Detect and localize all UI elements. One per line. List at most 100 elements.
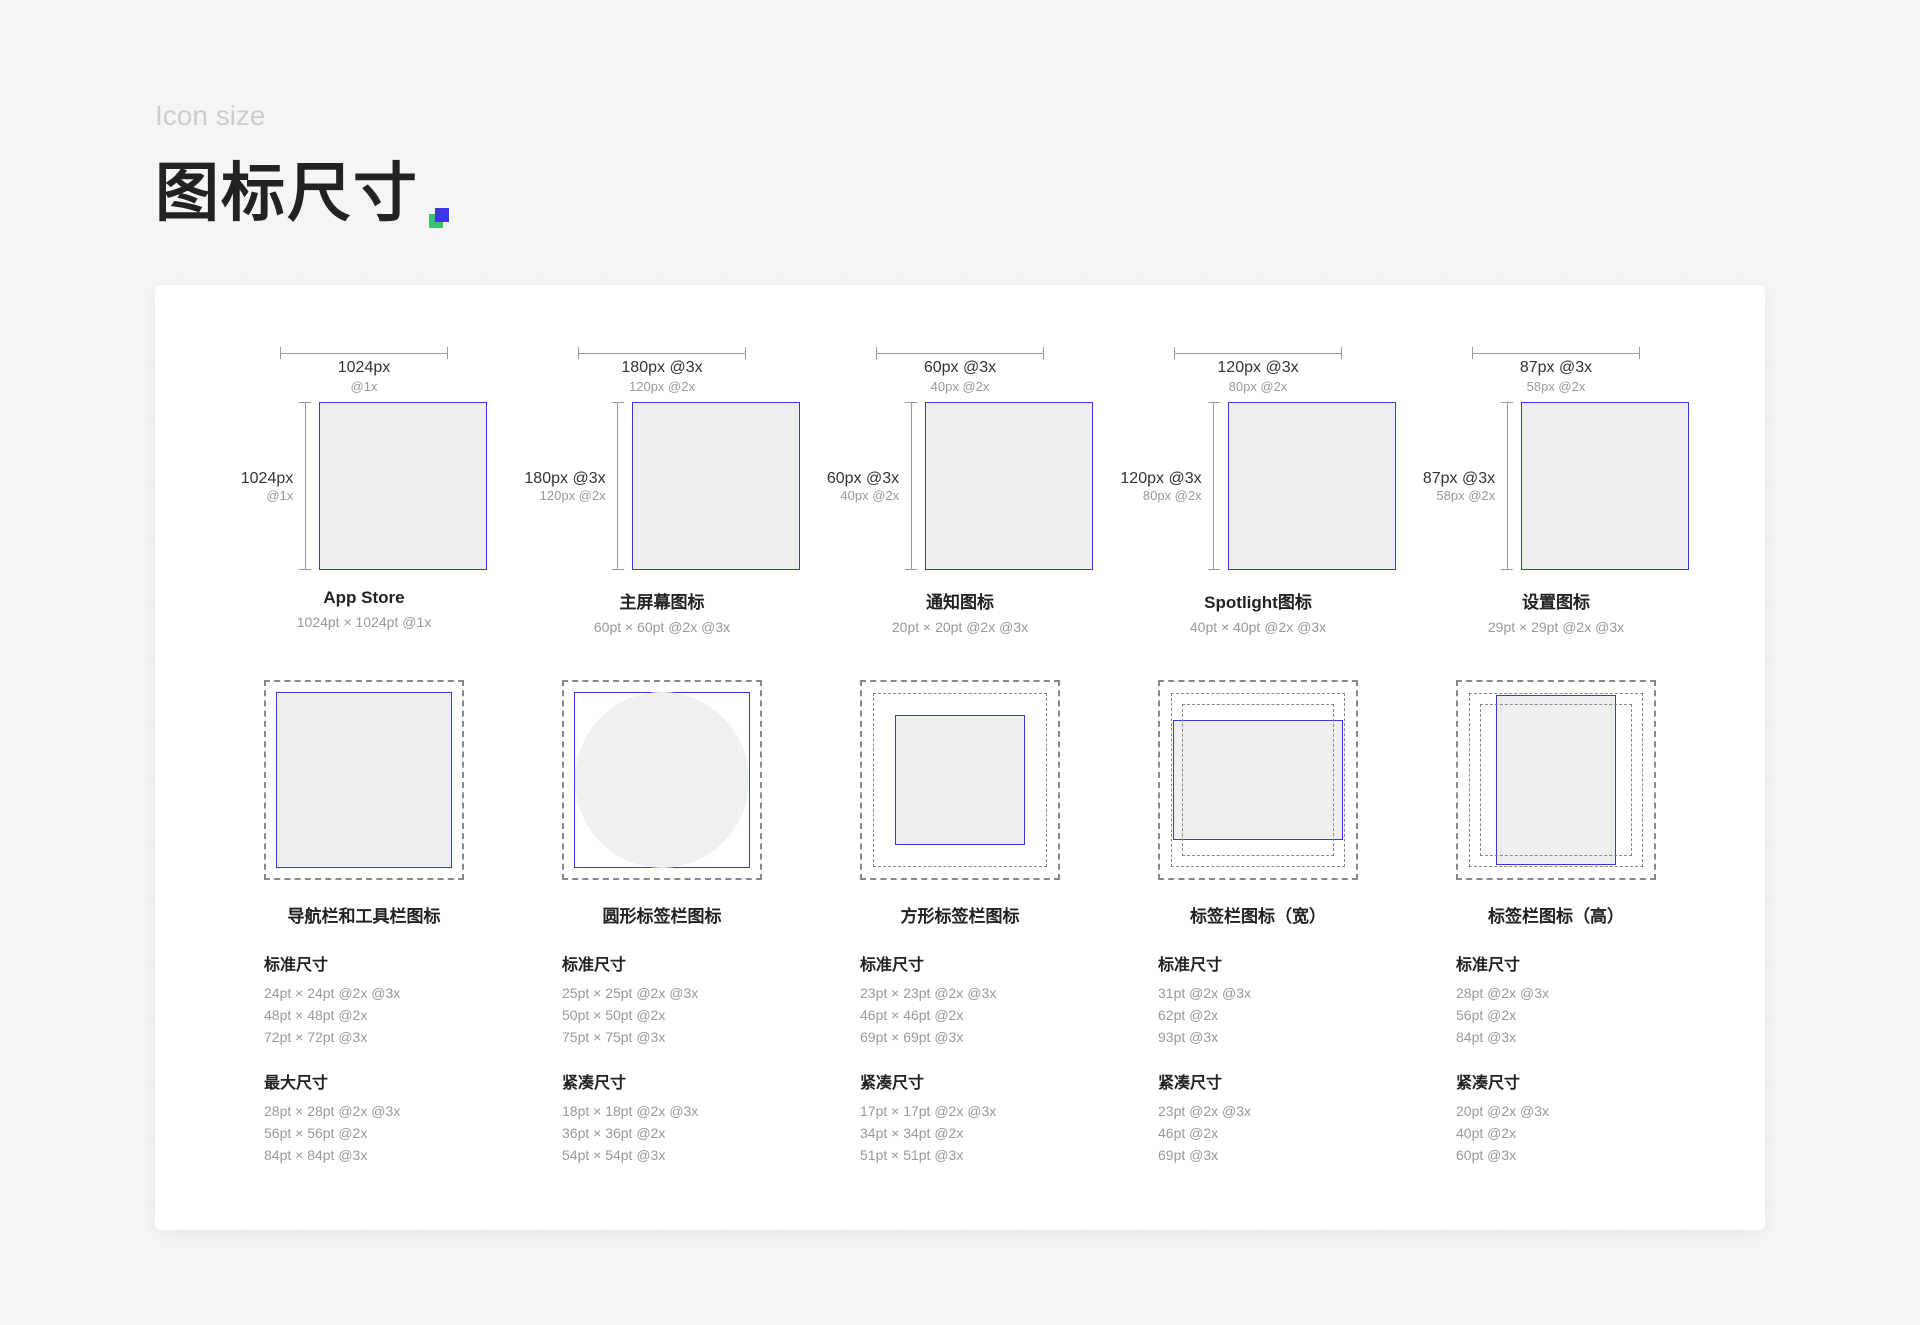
spec-section-label: 标准尺寸	[562, 951, 762, 975]
spec-line: 48pt × 48pt @2x	[264, 1007, 464, 1023]
dimension-top-label: 60px @3x	[924, 359, 996, 377]
spec-line: 23pt × 23pt @2x @3x	[860, 985, 1060, 1001]
spec-bounding-box	[1456, 680, 1656, 880]
icon-name: Spotlight图标	[1204, 588, 1312, 613]
spec-line: 36pt × 36pt @2x	[562, 1125, 762, 1141]
spec-dash-inner	[873, 693, 1047, 867]
icon-spec-col: 方形标签栏图标 标准尺寸 23pt × 23pt @2x @3x46pt × 4…	[820, 680, 1100, 1169]
spec-name: 导航栏和工具栏图标	[288, 902, 441, 927]
spec-line: 34pt × 34pt @2x	[860, 1125, 1060, 1141]
spec-line: 54pt × 54pt @3x	[562, 1147, 762, 1163]
spec-info: 标准尺寸 25pt × 25pt @2x @3x50pt × 50pt @2x7…	[562, 945, 762, 1169]
spec-line: 46pt × 46pt @2x	[860, 1007, 1060, 1023]
spec-line: 60pt @3x	[1456, 1147, 1656, 1163]
icon-size-row-bottom: 导航栏和工具栏图标 标准尺寸 24pt × 24pt @2x @3x 48pt ×…	[155, 680, 1765, 1169]
spec-bounding-box	[562, 680, 762, 880]
dimension-top: 180px @3x 120px @2x	[578, 347, 746, 394]
spec-section-label: 紧凑尺寸	[562, 1069, 762, 1093]
spec-line: 23pt @2x @3x	[1158, 1103, 1358, 1119]
dimension-left: 120px @3x 80px @2x	[1120, 402, 1219, 570]
icon-spec-col: 标签栏图标（高） 标准尺寸 28pt @2x @3x56pt @2x84pt @…	[1416, 680, 1696, 1169]
spec-info: 标准尺寸 24pt × 24pt @2x @3x48pt × 48pt @2x7…	[264, 945, 464, 1169]
icon-name: 通知图标	[926, 588, 994, 613]
spec-line: 56pt × 56pt @2x	[264, 1125, 464, 1141]
spec-line: 40pt @2x	[1456, 1125, 1656, 1141]
spec-info: 标准尺寸 28pt @2x @3x56pt @2x84pt @3x 紧凑尺寸 2…	[1456, 945, 1656, 1169]
spec-line: 62pt @2x	[1158, 1007, 1358, 1023]
dimension-left-sub: 120px @2x	[524, 488, 605, 503]
spec-section-label: 标准尺寸	[1456, 951, 1656, 975]
spec-info: 标准尺寸 31pt @2x @3x62pt @2x93pt @3x 紧凑尺寸 2…	[1158, 945, 1358, 1169]
spec-line: 28pt × 28pt @2x @3x	[264, 1103, 464, 1119]
dimension-top-label: 87px @3x	[1520, 359, 1592, 377]
spec-bounding-box	[264, 680, 464, 880]
spec-line: 17pt × 17pt @2x @3x	[860, 1103, 1060, 1119]
dimension-top-label: 1024px	[338, 359, 391, 377]
spec-shape-circle	[575, 692, 749, 868]
content-card: 1024px @1x 1024px @1x App Store 1024pt ×…	[155, 285, 1765, 1230]
dimension-top-label: 180px @3x	[621, 359, 702, 377]
spec-bounding-box	[1158, 680, 1358, 880]
spec-info: 标准尺寸 23pt × 23pt @2x @3x 46pt × 46pt @2x 6…	[860, 945, 1060, 1169]
dimension-top-sub: 120px @2x	[629, 379, 695, 394]
icon-spec-item: 180px @3x 120px @2x 180px @3x 120px @2x …	[522, 347, 802, 635]
dimension-top: 60px @3x 40px @2x	[876, 347, 1044, 394]
spec-name: 标签栏图标（宽）	[1190, 902, 1326, 927]
icon-name: 主屏幕图标	[620, 588, 705, 613]
icon-desc: 1024pt × 1024pt @1x	[297, 614, 431, 630]
icon-spec-item: 87px @3x 58px @2x 87px @3x 58px @2x 设置图标…	[1416, 347, 1696, 635]
spec-line: 51pt × 51pt @3x	[860, 1147, 1060, 1163]
spec-line: 72pt × 72pt @3x	[264, 1029, 464, 1045]
spec-section-label: 紧凑尺寸	[1456, 1069, 1656, 1093]
spec-dash-inner2	[1480, 704, 1632, 856]
dimension-left-sub: 80px @2x	[1120, 488, 1201, 503]
spec-name: 圆形标签栏图标	[603, 902, 722, 927]
dimension-left: 87px @3x 58px @2x	[1423, 402, 1513, 570]
dimension-top-sub: 80px @2x	[1229, 379, 1288, 394]
spec-bounding-box	[860, 680, 1060, 880]
spec-line: 69pt @3x	[1158, 1147, 1358, 1163]
icon-size-row-top: 1024px @1x 1024px @1x App Store 1024pt ×…	[155, 347, 1765, 635]
spec-dash-inner2	[1182, 704, 1334, 856]
dimension-top-label: 120px @3x	[1217, 359, 1298, 377]
icon-placeholder-box	[632, 402, 800, 570]
spec-section-label: 最大尺寸	[264, 1069, 464, 1093]
icon-name: App Store	[323, 588, 404, 608]
icon-placeholder-box	[1521, 402, 1689, 570]
title-accent-icon	[435, 208, 449, 222]
spec-section-label: 标准尺寸	[860, 951, 1060, 975]
spec-line: 75pt × 75pt @3x	[562, 1029, 762, 1045]
dimension-left-label: 87px @3x	[1423, 470, 1495, 488]
dimension-top-sub: @1x	[351, 379, 378, 394]
icon-desc: 29pt × 29pt @2x @3x	[1488, 619, 1624, 635]
spec-line: 46pt @2x	[1158, 1125, 1358, 1141]
spec-section-label: 紧凑尺寸	[860, 1069, 1060, 1093]
spec-line: 84pt @3x	[1456, 1029, 1656, 1045]
spec-shape-full	[276, 692, 452, 868]
spec-line: 24pt × 24pt @2x @3x	[264, 985, 464, 1001]
dimension-top-sub: 58px @2x	[1527, 379, 1586, 394]
dimension-left-label: 120px @3x	[1120, 470, 1201, 488]
icon-name: 设置图标	[1522, 588, 1590, 613]
page-subtitle: Icon size	[155, 100, 449, 132]
spec-line: 69pt × 69pt @3x	[860, 1029, 1060, 1045]
dimension-left-label: 60px @3x	[827, 470, 899, 488]
icon-desc: 20pt × 20pt @2x @3x	[892, 619, 1028, 635]
dimension-top: 120px @3x 80px @2x	[1174, 347, 1342, 394]
icon-placeholder-box	[925, 402, 1093, 570]
spec-section-label: 紧凑尺寸	[1158, 1069, 1358, 1093]
spec-line: 20pt @2x @3x	[1456, 1103, 1656, 1119]
icon-placeholder-box	[1228, 402, 1396, 570]
dimension-left-label: 1024px	[241, 470, 294, 488]
spec-section-label: 标准尺寸	[1158, 951, 1358, 975]
dimension-left: 1024px @1x	[241, 402, 312, 570]
spec-line: 31pt @2x @3x	[1158, 985, 1358, 1001]
page-header: Icon size 图标尺寸	[155, 100, 449, 234]
dimension-left-sub: @1x	[241, 488, 294, 503]
icon-spec-item: 120px @3x 80px @2x 120px @3x 80px @2x Sp…	[1118, 347, 1398, 635]
dimension-top: 87px @3x 58px @2x	[1472, 347, 1640, 394]
spec-line: 28pt @2x @3x	[1456, 985, 1656, 1001]
spec-name: 标签栏图标（高）	[1488, 902, 1624, 927]
spec-line: 84pt × 84pt @3x	[264, 1147, 464, 1163]
dimension-left-sub: 40px @2x	[827, 488, 899, 503]
